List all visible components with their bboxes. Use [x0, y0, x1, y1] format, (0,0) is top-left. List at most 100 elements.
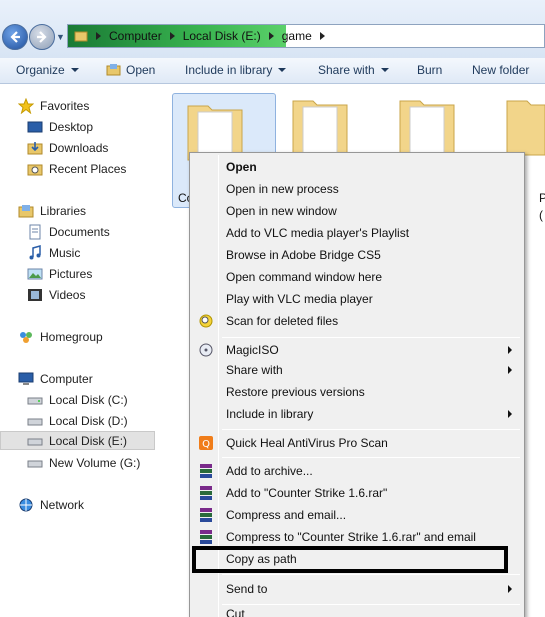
menu-open[interactable]: Open [192, 156, 522, 178]
winrar-icon [200, 508, 212, 522]
menu-open-new-window[interactable]: Open in new window [192, 200, 522, 222]
include-in-library-button[interactable]: Include in library [185, 63, 287, 77]
menu-separator [222, 574, 520, 575]
open-label: Open [126, 63, 156, 77]
breadcrumb-computer[interactable]: Computer [109, 29, 162, 43]
nav-label: Local Disk (C:) [49, 392, 128, 407]
nav-label: Libraries [40, 203, 87, 218]
open-button[interactable]: Open [106, 63, 155, 77]
nav-homegroup[interactable]: Homegroup [18, 327, 103, 346]
pictures-icon [27, 268, 43, 279]
nav-new-volume-g[interactable]: New Volume (G:) [27, 453, 140, 472]
videos-icon [28, 288, 42, 301]
menu-add-vlc-playlist[interactable]: Add to VLC media player's Playlist [192, 222, 522, 244]
nav-recent-places[interactable]: Recent Places [27, 159, 126, 178]
breadcrumb-separator[interactable] [268, 32, 274, 40]
recent-places-icon [27, 164, 43, 175]
nav-label: Documents [49, 224, 110, 239]
menu-scan-deleted[interactable]: Scan for deleted files [192, 310, 522, 332]
nav-label: Local Disk (D:) [49, 413, 128, 428]
breadcrumb[interactable]: Computer Local Disk (E:) game [67, 24, 545, 48]
menu-label: Open in new process [226, 182, 339, 196]
nav-documents[interactable]: Documents [27, 222, 110, 241]
documents-icon [29, 224, 41, 239]
menu-label: Add to "Counter Strike 1.6.rar" [226, 486, 388, 500]
share-with-button[interactable]: Share with [318, 63, 389, 77]
menu-separator [222, 429, 520, 430]
back-button[interactable] [2, 24, 28, 50]
menu-compress-rar-email[interactable]: Compress to "Counter Strike 1.6.rar" and… [192, 526, 522, 548]
breadcrumb-separator[interactable] [319, 32, 325, 40]
nav-local-disk-d[interactable]: Local Disk (D:) [27, 411, 128, 430]
nav-local-disk-c[interactable]: Local Disk (C:) [27, 390, 128, 409]
nav-label: New Volume (G:) [49, 455, 141, 470]
computer-icon [18, 372, 34, 385]
chevron-down-icon [380, 68, 389, 72]
submenu-arrow-icon [508, 366, 512, 374]
menu-label: Quick Heal AntiVirus Pro Scan [226, 436, 388, 450]
breadcrumb-separator[interactable] [169, 32, 175, 40]
menu-quickheal-scan[interactable]: Q Quick Heal AntiVirus Pro Scan [192, 432, 522, 454]
menu-open-new-process[interactable]: Open in new process [192, 178, 522, 200]
nav-network[interactable]: Network [18, 495, 84, 514]
organize-button[interactable]: Organize [16, 63, 79, 77]
menu-label: Send to [226, 582, 268, 596]
menu-magiciso[interactable]: MagicISO [192, 339, 522, 361]
libraries-icon [18, 204, 34, 217]
new-folder-button[interactable]: New folder [472, 63, 529, 77]
folder-icon[interactable] [291, 95, 349, 157]
open-folder-icon [106, 64, 121, 76]
nav-label: Downloads [49, 140, 109, 155]
breadcrumb-game[interactable]: game [282, 29, 312, 43]
include-label: Include in library [185, 63, 273, 77]
nav-computer[interactable]: Computer [18, 369, 93, 388]
recent-pages-dropdown[interactable]: ▼ [56, 32, 65, 42]
winrar-icon [200, 464, 212, 478]
nav-libraries[interactable]: Libraries [18, 201, 86, 220]
folder-icon[interactable] [505, 95, 545, 157]
folder-label-partial: ( [539, 208, 543, 222]
menu-label: Scan for deleted files [226, 314, 339, 328]
forward-button[interactable] [29, 24, 55, 50]
folder-icon[interactable] [398, 95, 456, 157]
submenu-arrow-icon [508, 410, 512, 418]
menu-add-to-rar[interactable]: Add to "Counter Strike 1.6.rar" [192, 482, 522, 504]
menu-send-to[interactable]: Send to [192, 578, 522, 600]
nav-downloads[interactable]: Downloads [27, 138, 108, 157]
command-bar: Organize Open Include in library Share w… [0, 58, 545, 84]
menu-label: Cut [226, 607, 245, 617]
menu-label: Open command window here [226, 270, 383, 284]
menu-open-command-window[interactable]: Open command window here [192, 266, 522, 288]
nav-music[interactable]: Music [27, 243, 80, 262]
breadcrumb-separator[interactable] [96, 32, 101, 40]
breadcrumb-local-disk-e[interactable]: Local Disk (E:) [183, 29, 261, 43]
nav-videos[interactable]: Videos [27, 285, 85, 304]
nav-label: Music [49, 245, 81, 260]
menu-compress-email[interactable]: Compress and email... [192, 504, 522, 526]
share-label: Share with [318, 63, 375, 77]
menu-play-vlc[interactable]: Play with VLC media player [192, 288, 522, 310]
menu-share-with[interactable]: Share with [192, 359, 522, 381]
drive-icon [27, 438, 43, 445]
folder-label-partial: P [539, 191, 545, 205]
menu-restore-previous[interactable]: Restore previous versions [192, 381, 522, 403]
downloads-folder-icon [27, 141, 43, 154]
menu-label: Play with VLC media player [226, 292, 373, 306]
magiciso-icon [199, 343, 213, 357]
submenu-arrow-icon [508, 346, 512, 354]
nav-desktop[interactable]: Desktop [27, 117, 93, 136]
back-arrow-icon [10, 31, 20, 43]
menu-browse-bridge[interactable]: Browse in Adobe Bridge CS5 [192, 244, 522, 266]
menu-label: Share with [226, 363, 283, 377]
nav-label: Favorites [40, 98, 90, 113]
menu-cut[interactable]: Cut [192, 607, 522, 617]
menu-separator [222, 604, 520, 605]
homegroup-icon [20, 331, 32, 343]
menu-add-to-archive[interactable]: Add to archive... [192, 460, 522, 482]
nav-local-disk-e[interactable]: Local Disk (E:) [0, 431, 155, 450]
menu-include-library[interactable]: Include in library [192, 403, 522, 425]
burn-button[interactable]: Burn [417, 63, 442, 77]
nav-pictures[interactable]: Pictures [27, 264, 92, 283]
nav-favorites[interactable]: Favorites [18, 96, 89, 115]
nav-label: Pictures [49, 266, 93, 281]
